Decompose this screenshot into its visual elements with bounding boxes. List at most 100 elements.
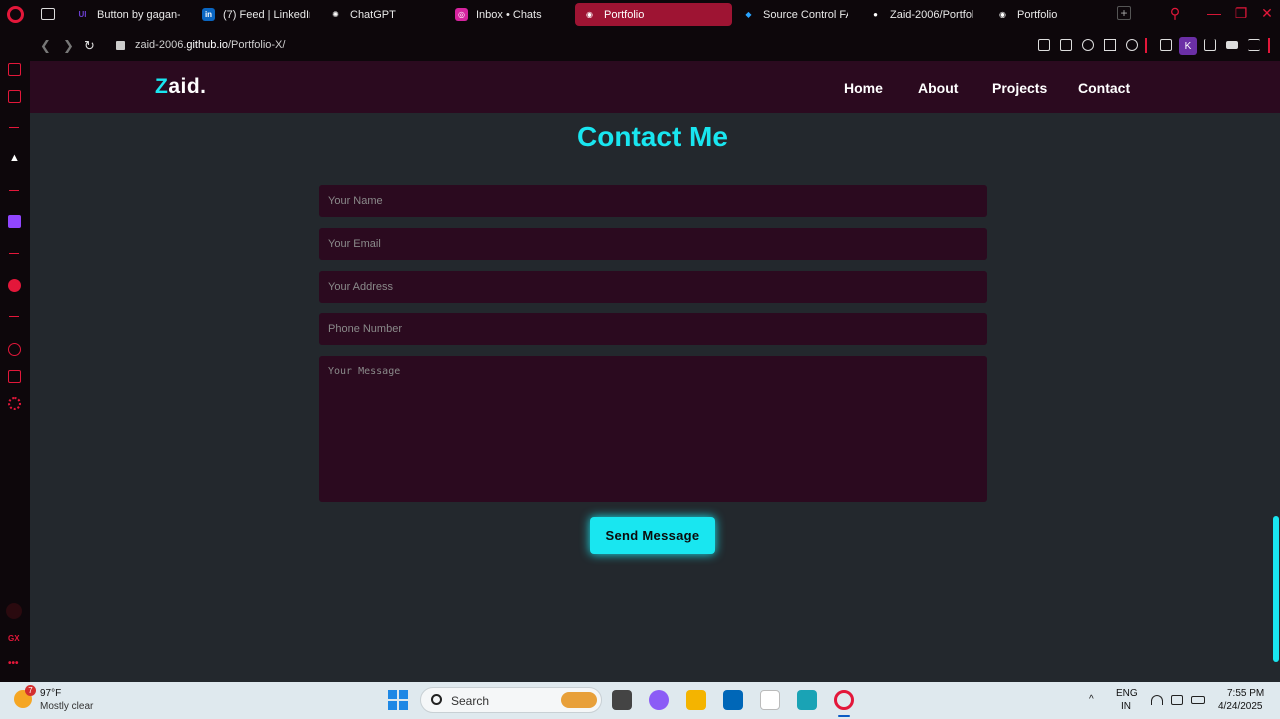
sidebar-record-icon[interactable] bbox=[6, 603, 22, 619]
twitch-icon[interactable] bbox=[8, 215, 21, 228]
volume-icon[interactable] bbox=[1171, 695, 1183, 705]
send-icon[interactable] bbox=[1104, 39, 1116, 51]
tab-label: Portfolio bbox=[604, 8, 645, 21]
address-input[interactable] bbox=[319, 271, 987, 303]
battery-icon[interactable] bbox=[1191, 696, 1205, 704]
tab-portfolio-active[interactable]: ◉ Portfolio bbox=[575, 3, 732, 26]
wifi-icon[interactable] bbox=[1151, 695, 1163, 705]
spotify-icon[interactable] bbox=[8, 279, 21, 292]
vscode-icon: ◆ bbox=[745, 10, 752, 19]
more-icon[interactable]: ••• bbox=[8, 658, 21, 671]
tab-search-icon[interactable]: ⚲ bbox=[1168, 6, 1182, 20]
url-host: github.io bbox=[186, 39, 228, 51]
tab-chatgpt[interactable]: ✺ ChatGPT bbox=[321, 3, 441, 26]
alexa-icon[interactable] bbox=[797, 690, 817, 710]
clock-time[interactable]: 7:55 PM bbox=[1227, 688, 1264, 699]
send-message-button[interactable]: Send Message bbox=[590, 517, 715, 554]
messenger-icon[interactable] bbox=[8, 63, 21, 76]
start-windows-icon[interactable] bbox=[388, 690, 408, 710]
weather-description: Mostly clear bbox=[40, 701, 94, 712]
globe-icon: ◉ bbox=[999, 10, 1006, 19]
search-icon bbox=[431, 694, 442, 705]
gx-icon[interactable]: GX bbox=[8, 634, 24, 647]
chatgpt-icon: ✺ bbox=[332, 10, 339, 19]
opera-gx-taskbar-icon[interactable] bbox=[834, 690, 854, 710]
temperature: 97°F bbox=[40, 688, 62, 699]
profile-avatar[interactable]: K bbox=[1179, 37, 1197, 55]
sidebar-divider bbox=[9, 316, 19, 317]
url-path: /Portfolio-X/ bbox=[227, 39, 286, 51]
phone-input[interactable] bbox=[319, 313, 987, 345]
region-label[interactable]: IN bbox=[1121, 701, 1131, 712]
url-prefix: zaid-2006. bbox=[135, 39, 187, 51]
extensions-cube-icon[interactable] bbox=[1160, 39, 1172, 51]
windows-taskbar: 7 97°F Mostly clear Search ^ ENG IN 7:55… bbox=[0, 682, 1280, 719]
url-field[interactable]: zaid-2006.github.io/Portfolio-X/ bbox=[135, 39, 285, 51]
site-navbar: Zaid. Home About Projects Contact bbox=[30, 61, 1280, 113]
email-input[interactable] bbox=[319, 228, 987, 260]
adblock-icon[interactable] bbox=[1082, 39, 1094, 51]
settings-gear-icon[interactable] bbox=[8, 397, 21, 410]
taskbar-search[interactable]: Search bbox=[420, 687, 602, 713]
tab-switcher-icon[interactable] bbox=[41, 8, 55, 20]
separator bbox=[1145, 38, 1147, 53]
uiverse-icon: UI bbox=[78, 10, 87, 19]
tab-instagram[interactable]: ◎ Inbox • Chats bbox=[447, 3, 567, 26]
easy-setup-icon[interactable] bbox=[1038, 39, 1050, 51]
extensions-icon[interactable] bbox=[8, 370, 21, 383]
back-icon[interactable]: ❮ bbox=[40, 38, 51, 54]
tab-github[interactable]: ● Zaid-2006/Portfoli bbox=[861, 3, 981, 26]
tab-label: (7) Feed | LinkedIn bbox=[223, 8, 310, 21]
reload-icon[interactable]: ↻ bbox=[84, 38, 95, 54]
tab-label: ChatGPT bbox=[350, 8, 396, 21]
search-label: Search bbox=[451, 694, 490, 708]
browser-tab-bar: UI Button by gagan-g in (7) Feed | Linke… bbox=[0, 0, 1280, 30]
globe-icon: ◉ bbox=[586, 10, 593, 19]
snapshot-icon[interactable] bbox=[1060, 39, 1072, 51]
search-highlight-icon bbox=[561, 692, 597, 708]
nav-about[interactable]: About bbox=[918, 80, 958, 96]
tab-label: Source Control FA bbox=[763, 8, 848, 21]
tab-vscode[interactable]: ◆ Source Control FA bbox=[734, 3, 856, 26]
page-viewport: Zaid. Home About Projects Contact Contac… bbox=[30, 61, 1280, 682]
battery-saver-icon[interactable] bbox=[1226, 41, 1238, 49]
opera-logo-icon[interactable] bbox=[7, 6, 24, 23]
site-logo[interactable]: Zaid. bbox=[155, 75, 207, 99]
logo-initial: Z bbox=[155, 75, 169, 98]
message-textarea[interactable] bbox=[319, 356, 987, 502]
tray-overflow-icon[interactable]: ^ bbox=[1089, 694, 1094, 705]
aria-icon[interactable] bbox=[8, 90, 21, 103]
lock-icon bbox=[116, 41, 125, 50]
forward-icon[interactable]: ❯ bbox=[63, 38, 74, 54]
heart-icon[interactable] bbox=[1126, 39, 1138, 51]
menu-icon[interactable] bbox=[1248, 39, 1260, 51]
separator bbox=[1268, 38, 1270, 53]
minimize-button[interactable]: — bbox=[1207, 6, 1221, 20]
player-icon[interactable]: ▲ bbox=[8, 152, 21, 165]
download-icon[interactable] bbox=[1204, 39, 1216, 51]
notepad-icon[interactable] bbox=[760, 690, 780, 710]
close-button[interactable]: ✕ bbox=[1260, 6, 1274, 20]
file-explorer-icon[interactable] bbox=[686, 690, 706, 710]
new-tab-button[interactable]: + bbox=[1117, 6, 1131, 20]
tab-label: Portfolio bbox=[1017, 8, 1058, 21]
contact-title: Contact Me bbox=[577, 121, 728, 152]
name-input[interactable] bbox=[319, 185, 987, 217]
tab-uiverse[interactable]: UI Button by gagan-g bbox=[68, 3, 188, 26]
nav-home[interactable]: Home bbox=[844, 80, 883, 96]
tab-portfolio[interactable]: ◉ Portfolio bbox=[988, 3, 1108, 26]
sidebar-divider bbox=[9, 253, 19, 254]
nav-projects[interactable]: Projects bbox=[992, 80, 1047, 96]
nav-contact[interactable]: Contact bbox=[1078, 80, 1130, 96]
history-icon[interactable] bbox=[8, 343, 21, 356]
linkedin-icon: in bbox=[202, 8, 215, 21]
copilot-icon[interactable] bbox=[649, 690, 669, 710]
task-view-icon[interactable] bbox=[612, 690, 632, 710]
microsoft-store-icon[interactable] bbox=[723, 690, 743, 710]
tab-linkedin[interactable]: in (7) Feed | LinkedIn bbox=[194, 3, 318, 26]
maximize-button[interactable]: ❐ bbox=[1234, 6, 1248, 20]
page-scrollbar[interactable] bbox=[1273, 516, 1279, 662]
tab-label: Button by gagan-g bbox=[97, 8, 180, 21]
language-label[interactable]: ENG bbox=[1116, 688, 1138, 699]
clock-date[interactable]: 4/24/2025 bbox=[1218, 701, 1263, 712]
